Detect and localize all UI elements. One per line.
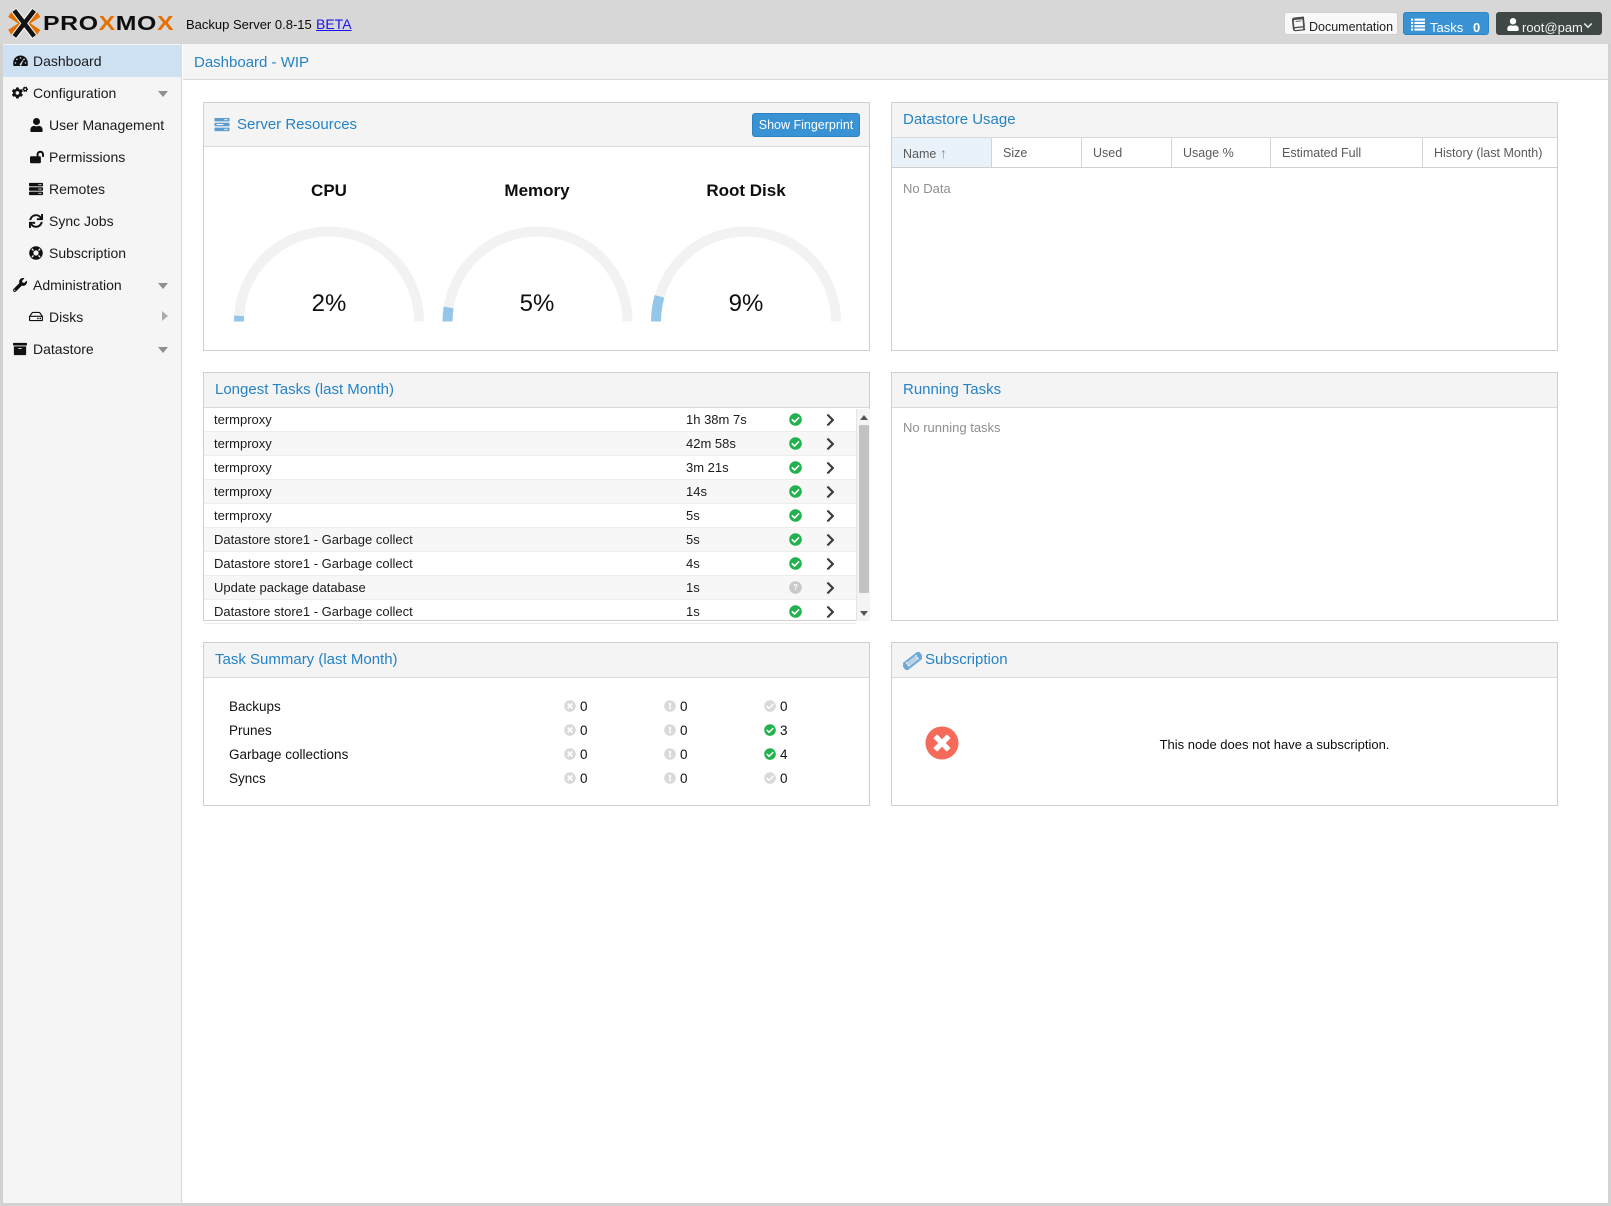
svg-text:?: ? bbox=[793, 583, 798, 592]
